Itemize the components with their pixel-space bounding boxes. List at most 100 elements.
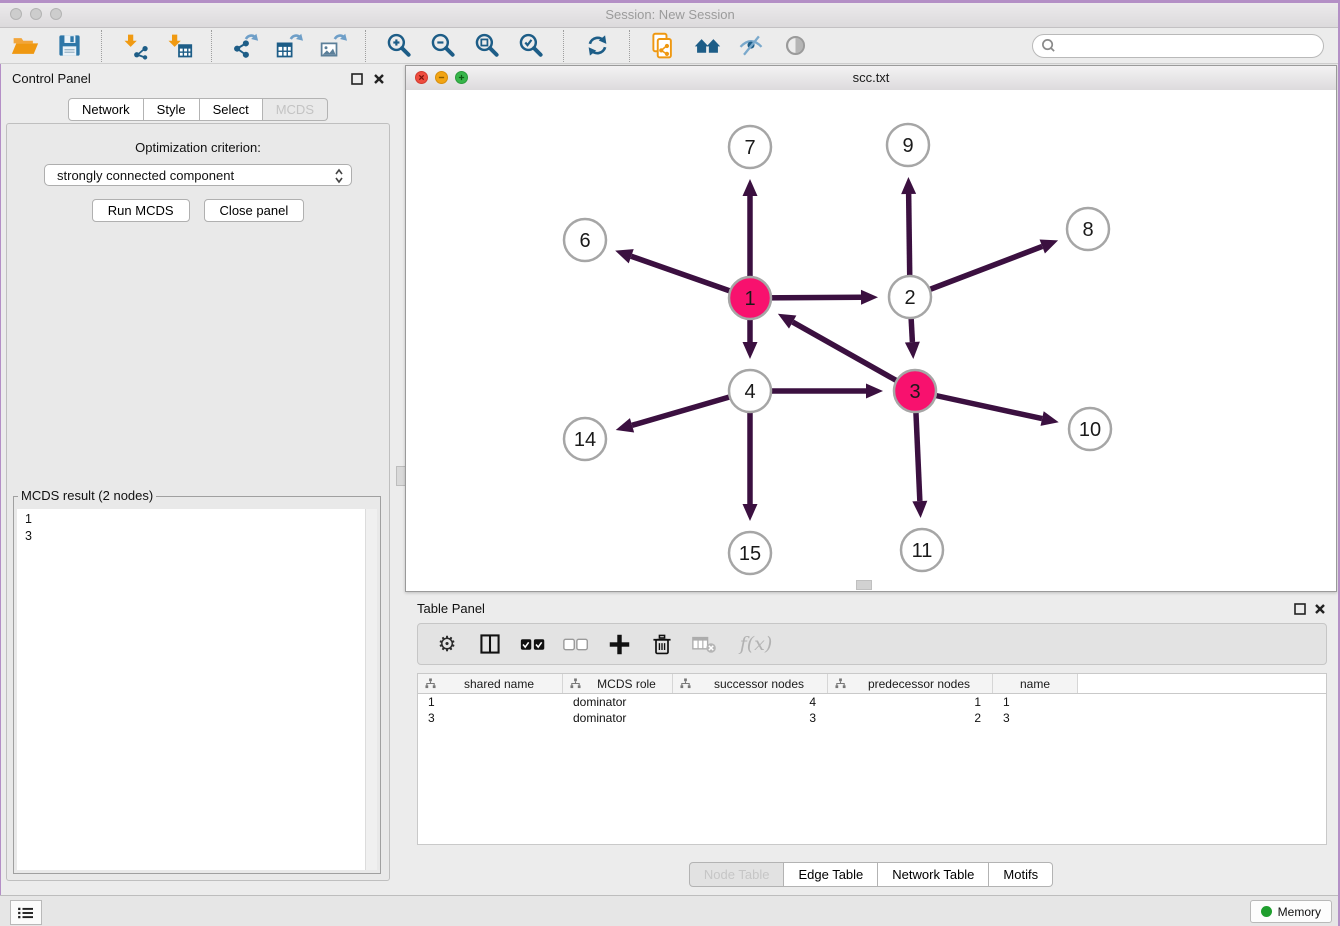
table-body: 1dominator4113dominator323 xyxy=(418,694,1326,726)
table-cell: dominator xyxy=(563,711,673,725)
eye-slash-icon xyxy=(737,32,765,60)
refresh-button[interactable] xyxy=(582,31,612,61)
function-builder-button[interactable]: f(x) xyxy=(735,631,777,657)
column-header-successor-nodes[interactable]: successor nodes xyxy=(673,674,828,693)
toolbar-separator xyxy=(629,30,631,62)
table-panel-title: Table Panel xyxy=(417,601,485,616)
function-icon: f(x) xyxy=(740,633,773,655)
search-box xyxy=(1032,34,1324,58)
control-panel-tabs: Network Style Select MCDS xyxy=(0,98,396,121)
window-titlebar: Session: New Session xyxy=(0,3,1340,28)
float-panel-icon[interactable] xyxy=(1293,602,1307,616)
zoom-out-button[interactable] xyxy=(428,31,458,61)
memory-button[interactable]: Memory xyxy=(1250,900,1332,923)
tab-select[interactable]: Select xyxy=(200,98,263,121)
delete-table-icon xyxy=(692,634,718,655)
network-title: scc.txt xyxy=(406,66,1336,90)
tab-network-table[interactable]: Network Table xyxy=(878,862,989,887)
save-floppy-icon xyxy=(56,32,83,59)
network-canvas[interactable]: 1234678910111415 xyxy=(406,90,1336,591)
show-annotations-button[interactable] xyxy=(780,31,810,61)
home-button[interactable] xyxy=(692,31,722,61)
search-icon xyxy=(1041,38,1056,53)
status-bar: Memory xyxy=(0,895,1340,926)
export-table-button[interactable] xyxy=(274,31,304,61)
column-header-name[interactable]: name xyxy=(993,674,1078,693)
delete-column-button[interactable] xyxy=(649,631,675,657)
export-network-button[interactable] xyxy=(230,31,260,61)
table-settings-button[interactable]: ⚙ xyxy=(434,631,460,657)
table-panel-tabs: Node Table Edge Table Network Table Moti… xyxy=(405,862,1337,887)
import-network-icon xyxy=(121,32,149,60)
refresh-icon xyxy=(584,32,611,59)
zoom-in-button[interactable] xyxy=(384,31,414,61)
mcds-result-box[interactable]: 1 3 xyxy=(17,509,377,870)
table-cell: 1 xyxy=(993,695,1078,709)
export-image-icon xyxy=(319,32,347,60)
open-session-button[interactable] xyxy=(10,31,40,61)
tab-node-table[interactable]: Node Table xyxy=(689,862,785,887)
graph-node-label: 8 xyxy=(1082,219,1093,241)
float-panel-icon[interactable] xyxy=(350,72,364,86)
export-table-icon xyxy=(275,32,303,60)
graph-edge-arrowhead xyxy=(743,504,758,521)
tab-style[interactable]: Style xyxy=(144,98,200,121)
node-table: shared name MCDS role successor nodes pr… xyxy=(417,673,1327,845)
close-panel-icon[interactable] xyxy=(372,72,386,86)
optimization-criterion-label: Optimization criterion: xyxy=(7,140,389,155)
delete-table-button[interactable] xyxy=(692,631,718,657)
zoom-selected-button[interactable] xyxy=(516,31,546,61)
import-table-icon xyxy=(165,32,193,60)
table-cell: 4 xyxy=(673,695,828,709)
tab-mcds[interactable]: MCDS xyxy=(263,98,328,121)
column-header-predecessor-nodes[interactable]: predecessor nodes xyxy=(828,674,993,693)
close-panel-button[interactable]: Close panel xyxy=(204,199,305,222)
import-table-button[interactable] xyxy=(164,31,194,61)
table-cell: dominator xyxy=(563,695,673,709)
eye-icon xyxy=(782,32,809,59)
hierarchy-icon xyxy=(680,678,691,689)
tab-edge-table[interactable]: Edge Table xyxy=(784,862,878,887)
graph-edge-arrowhead xyxy=(905,342,920,359)
save-session-button[interactable] xyxy=(54,31,84,61)
export-image-button[interactable] xyxy=(318,31,348,61)
zoom-fit-icon xyxy=(473,32,501,60)
hide-annotations-button[interactable] xyxy=(736,31,766,61)
checked-boxes-icon xyxy=(520,637,546,652)
add-column-button[interactable] xyxy=(606,631,632,657)
task-history-button[interactable] xyxy=(10,900,42,925)
table-header-row: shared name MCDS role successor nodes pr… xyxy=(418,674,1326,694)
zoom-fit-button[interactable] xyxy=(472,31,502,61)
graph-node-label: 1 xyxy=(744,288,755,310)
graph-edge-arrowhead xyxy=(866,384,883,399)
criterion-select[interactable]: strongly connected component xyxy=(44,164,352,186)
search-input[interactable] xyxy=(1061,37,1323,54)
result-scrollbar[interactable] xyxy=(365,509,377,870)
graph-edge-arrowhead xyxy=(1041,411,1059,426)
network-window-titlebar[interactable]: scc.txt xyxy=(406,66,1336,91)
tab-motifs[interactable]: Motifs xyxy=(989,862,1053,887)
network-graph: 1234678910111415 xyxy=(406,90,1336,591)
export-network-icon xyxy=(231,32,259,60)
tab-network[interactable]: Network xyxy=(68,98,144,121)
graph-node-label: 14 xyxy=(574,429,596,451)
table-cell: 2 xyxy=(828,711,993,725)
plus-icon xyxy=(608,633,631,656)
mcds-result-legend: MCDS result (2 nodes) xyxy=(18,488,156,503)
show-columns-button[interactable] xyxy=(477,631,503,657)
zoom-out-icon xyxy=(429,32,457,60)
column-header-shared-name[interactable]: shared name xyxy=(418,674,563,693)
deselect-all-rows-button[interactable] xyxy=(563,631,589,657)
column-header-mcds-role[interactable]: MCDS role xyxy=(563,674,673,693)
close-panel-icon[interactable] xyxy=(1313,602,1327,616)
duplicate-network-button[interactable] xyxy=(648,31,678,61)
zoom-selected-icon xyxy=(517,32,545,60)
table-row[interactable]: 1dominator411 xyxy=(418,694,1326,710)
select-all-rows-button[interactable] xyxy=(520,631,546,657)
table-row[interactable]: 3dominator323 xyxy=(418,710,1326,726)
graph-edge-arrowhead xyxy=(743,342,758,359)
network-resize-grip[interactable] xyxy=(856,580,872,590)
import-network-button[interactable] xyxy=(120,31,150,61)
run-mcds-button[interactable]: Run MCDS xyxy=(92,199,190,222)
graph-node-label: 15 xyxy=(739,543,761,565)
